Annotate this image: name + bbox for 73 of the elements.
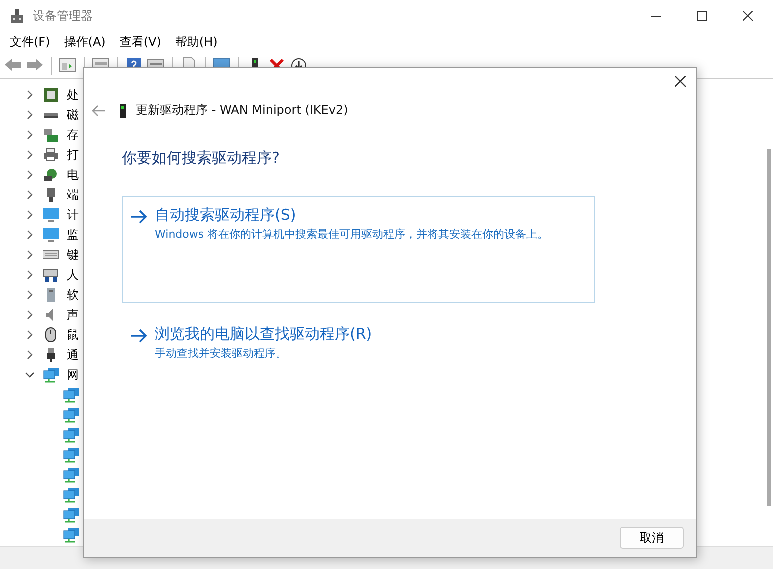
expand-chevron-icon[interactable] bbox=[25, 150, 35, 160]
expand-chevron-icon[interactable] bbox=[25, 210, 35, 220]
window-title: 设备管理器 bbox=[33, 8, 93, 24]
expand-chevron-icon[interactable] bbox=[25, 130, 35, 140]
tree-item-label[interactable]: 声 bbox=[67, 306, 79, 324]
tree-item-label[interactable]: 计 bbox=[67, 206, 79, 224]
menu-item[interactable]: 查看(V) bbox=[120, 34, 162, 51]
expand-chevron-icon[interactable] bbox=[25, 310, 35, 320]
right-arrow-icon bbox=[130, 329, 148, 343]
right-arrow-icon bbox=[130, 210, 148, 224]
tree-item-label[interactable]: 电 bbox=[67, 166, 79, 184]
network-adapter-icon[interactable] bbox=[63, 467, 79, 483]
network-adapter-icon[interactable] bbox=[63, 407, 79, 423]
tree-item-label[interactable]: 鼠 bbox=[67, 326, 79, 344]
expand-chevron-icon[interactable] bbox=[25, 170, 35, 180]
tree-item-label[interactable]: 通 bbox=[67, 346, 79, 364]
dialog-heading: 你要如何搜索驱动程序? bbox=[121, 148, 281, 168]
printer-icon bbox=[43, 147, 59, 163]
back-arrow-icon[interactable] bbox=[92, 104, 106, 116]
tree-item-label[interactable]: 存 bbox=[67, 126, 79, 144]
scrollbar-thumb[interactable] bbox=[767, 149, 771, 506]
expand-chevron-icon[interactable] bbox=[25, 270, 35, 280]
network-adapter-icon[interactable] bbox=[63, 527, 79, 543]
tree-item-label[interactable]: 人 bbox=[67, 266, 79, 284]
menu-item[interactable]: 帮助(H) bbox=[175, 34, 218, 51]
cancel-button[interactable]: 取消 bbox=[620, 527, 684, 549]
tree-item-label[interactable]: 键 bbox=[67, 246, 79, 264]
network-card-icon bbox=[120, 104, 126, 118]
expand-chevron-icon[interactable] bbox=[25, 110, 35, 120]
option-title: 自动搜索驱动程序(S) bbox=[155, 206, 298, 225]
back-arrow-icon[interactable] bbox=[4, 57, 22, 74]
maximize-icon[interactable] bbox=[697, 11, 707, 21]
tree-item-label[interactable]: 监 bbox=[67, 226, 79, 244]
menu-item[interactable]: 操作(A) bbox=[64, 34, 106, 51]
expand-chevron-icon[interactable] bbox=[25, 230, 35, 240]
mouse-icon bbox=[43, 327, 59, 343]
storage-icon bbox=[43, 127, 59, 143]
network-adapter-icon bbox=[43, 367, 59, 383]
computer-icon bbox=[43, 207, 59, 223]
expand-chevron-icon[interactable] bbox=[25, 350, 35, 360]
network-adapter-icon[interactable] bbox=[63, 487, 79, 503]
input-device-icon bbox=[43, 267, 59, 283]
menu-item[interactable]: 文件(F) bbox=[10, 34, 50, 51]
battery-plug-icon bbox=[43, 167, 59, 183]
dialog-title: 更新驱动程序 - WAN Miniport (IKEv2) bbox=[136, 102, 348, 119]
network-adapter-icon[interactable] bbox=[63, 507, 79, 523]
expand-chevron-icon[interactable] bbox=[25, 290, 35, 300]
network-adapter-icon[interactable] bbox=[63, 447, 79, 463]
expand-chevron-icon[interactable] bbox=[25, 90, 35, 100]
network-adapter-icon[interactable] bbox=[63, 427, 79, 443]
tree-item-label[interactable]: 打 bbox=[67, 146, 79, 164]
expand-chevron-icon[interactable] bbox=[25, 330, 35, 340]
monitor-icon bbox=[43, 227, 59, 243]
option-description: 手动查找并安装驱动程序。 bbox=[155, 346, 288, 361]
option-description: Windows 将在你的计算机中搜索最佳可用驱动程序，并将其安装在你的设备上。 bbox=[155, 227, 549, 242]
option-title: 浏览我的电脑以查找驱动程序(R) bbox=[155, 325, 372, 344]
collapse-chevron-icon[interactable] bbox=[25, 370, 35, 380]
option-card[interactable]: 自动搜索驱动程序(S) Windows 将在你的计算机中搜索最佳可用驱动程序，并将其安装在你的设备上。 bbox=[122, 196, 595, 303]
device-manager-icon bbox=[9, 8, 25, 24]
close-icon[interactable] bbox=[743, 11, 753, 21]
expand-chevron-icon[interactable] bbox=[25, 250, 35, 260]
close-icon[interactable] bbox=[675, 76, 686, 86]
tree-item-label[interactable]: 处 bbox=[67, 86, 79, 104]
expand-chevron-icon[interactable] bbox=[25, 190, 35, 200]
tree-item-label[interactable]: 端 bbox=[67, 186, 79, 204]
option-card[interactable]: 浏览我的电脑以查找驱动程序(R) 手动查找并安装驱动程序。 bbox=[122, 315, 595, 422]
properties-icon[interactable] bbox=[59, 57, 77, 74]
tree-item-label[interactable]: 网 bbox=[67, 366, 79, 384]
chip-icon bbox=[43, 87, 59, 103]
tree-item-label[interactable]: 磁 bbox=[67, 106, 79, 124]
tree-item-label[interactable]: 软 bbox=[67, 286, 79, 304]
forward-arrow-icon[interactable] bbox=[26, 57, 44, 74]
network-adapter-icon[interactable] bbox=[63, 387, 79, 403]
